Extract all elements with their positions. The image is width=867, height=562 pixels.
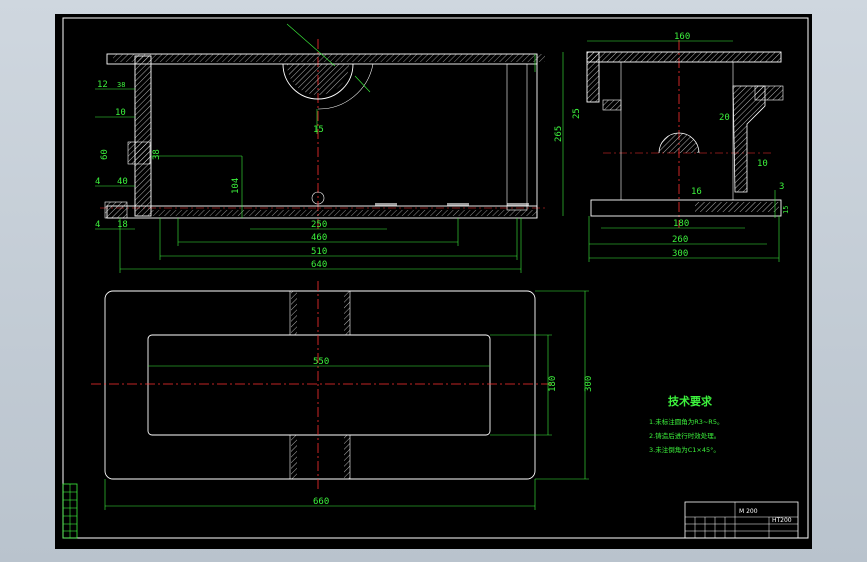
side-dim-265: 265 xyxy=(554,126,564,142)
top-slot-lower xyxy=(289,434,351,480)
front-pad-2 xyxy=(447,203,469,206)
front-dim-12: 12 xyxy=(97,80,108,90)
top-slot-hatch-3 xyxy=(291,435,297,479)
front-dim-10: 10 xyxy=(115,108,126,118)
front-dim-60: 60 xyxy=(100,149,110,160)
top-outer-rect xyxy=(104,290,536,480)
side-top-plate xyxy=(586,51,782,63)
side-boss xyxy=(658,132,700,154)
side-dim-15: 15 xyxy=(782,206,790,214)
top-slot-hatch-4 xyxy=(344,435,350,479)
front-dim-510: 510 xyxy=(311,247,327,257)
top-view xyxy=(91,281,589,510)
side-dim-3: 3 xyxy=(779,182,784,192)
title-block-part-no: M 200 xyxy=(739,508,758,515)
front-dim-4b: 4 xyxy=(95,220,100,230)
front-dim-40: 40 xyxy=(117,177,128,187)
front-dim-18: 18 xyxy=(117,220,128,230)
front-rib xyxy=(506,63,528,211)
top-inner-rect xyxy=(147,334,491,436)
front-pad-3 xyxy=(507,203,529,206)
front-dim-38b: 38 xyxy=(152,149,162,160)
drawing-border xyxy=(62,17,809,539)
front-leader-2 xyxy=(354,75,371,93)
front-foot xyxy=(104,201,128,219)
tech-req-note-3: 3.未注倒角为C1×45°。 xyxy=(649,445,720,454)
front-dim-38a: 38 xyxy=(117,81,125,89)
front-dim-250: 250 xyxy=(311,220,327,230)
top-dim-300: 300 xyxy=(584,376,594,392)
side-strip-lines xyxy=(63,484,77,538)
top-slot-hatch-1 xyxy=(291,291,297,335)
top-dim-660: 660 xyxy=(313,497,329,507)
side-dim-10: 10 xyxy=(757,159,768,169)
front-bottom-hatch xyxy=(151,210,537,216)
front-half-circle-hatch xyxy=(287,64,349,95)
side-dim-16: 16 xyxy=(691,187,702,197)
side-dim-160top: 160 xyxy=(674,32,690,42)
front-left-wall xyxy=(134,55,152,217)
front-dim-104: 104 xyxy=(231,178,241,194)
top-dim-550: 550 xyxy=(313,357,329,367)
top-slot-upper xyxy=(289,290,351,336)
tech-req-note-2: 2.铸造后进行时效处理。 xyxy=(649,431,720,440)
front-pad-1 xyxy=(375,203,397,206)
side-dim-260: 260 xyxy=(672,235,688,245)
front-boss xyxy=(127,141,151,165)
front-dim-460: 460 xyxy=(311,233,327,243)
top-slot-hatch-2 xyxy=(344,291,350,335)
drawing-canvas[interactable]: 12 38 10 60 38 104 4 40 4 18 15 250 460 … xyxy=(55,14,812,549)
side-rib xyxy=(732,85,766,193)
side-dim-20: 20 xyxy=(719,113,730,123)
side-base-hatch xyxy=(695,202,779,212)
side-pad xyxy=(602,99,622,111)
side-flange xyxy=(754,85,784,101)
top-dim-180: 180 xyxy=(548,376,558,392)
front-dim-15: 15 xyxy=(313,125,324,135)
tech-req-note-1: 1.未标注圆角为R3~R5。 xyxy=(649,417,723,426)
side-dim-300: 300 xyxy=(672,249,688,259)
side-dim-25: 25 xyxy=(572,108,582,119)
tech-req-title: 技术要求 xyxy=(668,394,713,408)
cad-drawing: 12 38 10 60 38 104 4 40 4 18 15 250 460 … xyxy=(62,17,809,539)
front-dim-4a: 4 xyxy=(95,177,100,187)
front-dim-640: 640 xyxy=(311,260,327,270)
cad-viewport: 12 38 10 60 38 104 4 40 4 18 15 250 460 … xyxy=(0,0,867,562)
title-block-material: HT200 xyxy=(772,517,792,524)
side-dim-180: 180 xyxy=(673,219,689,229)
side-left-wall xyxy=(586,51,600,103)
